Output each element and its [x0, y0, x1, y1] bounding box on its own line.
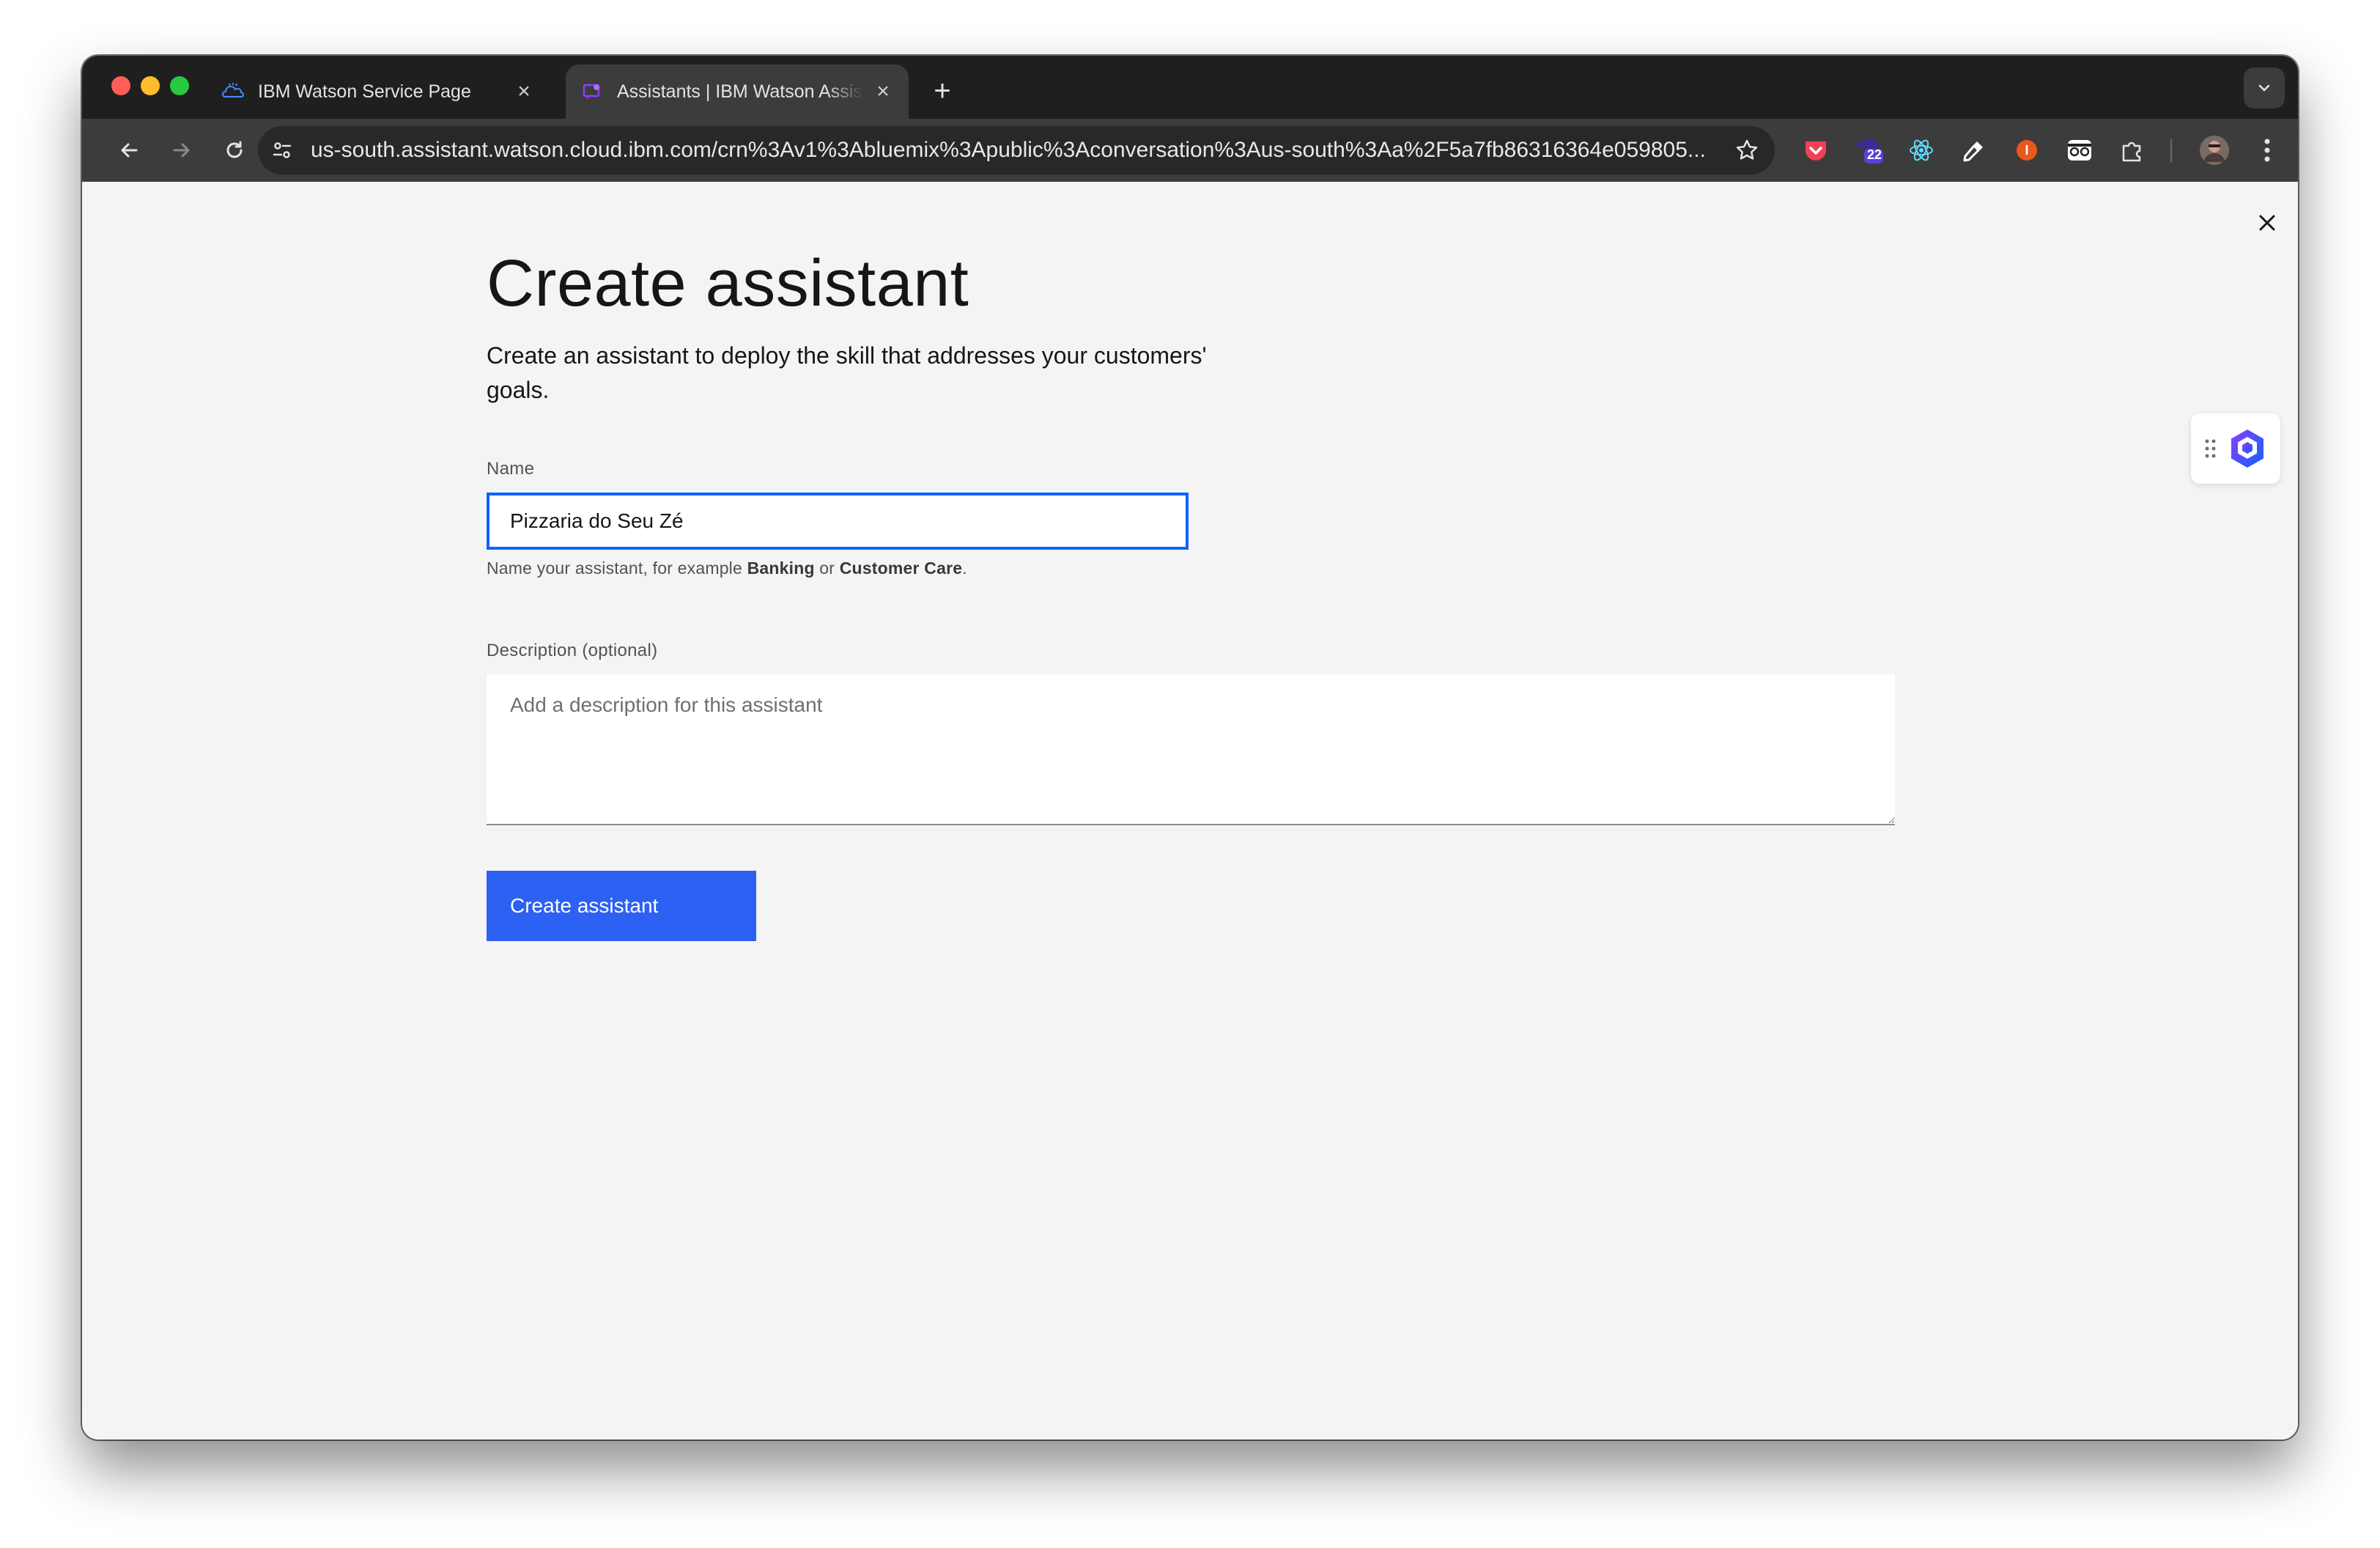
pocket-icon[interactable] — [1797, 131, 1835, 169]
tab-search-button[interactable] — [2244, 67, 2285, 108]
tab-strip: IBM Watson Service Page × Assistants | I… — [82, 56, 2298, 119]
new-tab-button[interactable]: + — [920, 69, 964, 113]
tab-assistants[interactable]: Assistants | IBM Watson Assistant × — [566, 64, 909, 119]
name-label: Name — [487, 459, 535, 479]
window-close-button[interactable] — [111, 76, 130, 95]
close-icon — [2259, 215, 2275, 231]
browser-toolbar: us-south.assistant.watson.cloud.ibm.com/… — [82, 119, 2298, 182]
toolbar-divider — [2170, 139, 2172, 163]
ext-orange-letter: I — [2025, 142, 2029, 158]
name-helper-text: Name your assistant, for example Banking… — [487, 559, 967, 578]
site-settings-icon[interactable] — [265, 133, 299, 167]
helper-example-banking: Banking — [747, 559, 815, 578]
reload-icon — [226, 141, 243, 158]
tab-close-icon[interactable]: × — [872, 79, 894, 103]
forward-button[interactable] — [160, 128, 204, 172]
watson-assistant-icon — [580, 80, 604, 103]
chevron-down-icon — [2258, 84, 2270, 92]
eyedropper-icon[interactable] — [1955, 131, 1993, 169]
window-minimize-button[interactable] — [141, 76, 160, 95]
extension-badge-count: 22 — [1867, 147, 1882, 162]
browser-window: IBM Watson Service Page × Assistants | I… — [82, 56, 2298, 1440]
extensions-puzzle-icon[interactable] — [2113, 131, 2151, 169]
tab-title: IBM Watson Service Page — [258, 81, 471, 102]
description-textarea[interactable] — [487, 674, 1895, 825]
helper-example-customer-care: Customer Care — [839, 559, 963, 578]
tab-close-icon[interactable]: × — [513, 79, 535, 103]
badge-extension-icon[interactable]: 22 — [1849, 131, 1888, 169]
floating-assistant-widget[interactable] — [2191, 413, 2280, 484]
ibm-cloud-icon — [221, 80, 245, 103]
helper-suffix: . — [962, 559, 967, 578]
address-bar[interactable]: us-south.assistant.watson.cloud.ibm.com/… — [258, 126, 1775, 174]
arrow-left-icon — [121, 143, 138, 158]
ext-orange-icon[interactable]: I — [2008, 131, 2046, 169]
back-button[interactable] — [107, 128, 151, 172]
reload-button[interactable] — [212, 128, 256, 172]
page-title: Create assistant — [487, 247, 969, 320]
description-label: Description (optional) — [487, 641, 658, 660]
drag-handle-icon[interactable] — [2204, 438, 2217, 460]
helper-or: or — [814, 559, 840, 578]
hexagon-logo-icon — [2231, 430, 2263, 468]
create-assistant-button[interactable]: Create assistant — [487, 871, 756, 941]
menu-kebab-icon[interactable] — [2248, 131, 2286, 169]
close-panel-button[interactable] — [2245, 201, 2289, 245]
profile-avatar[interactable] — [2195, 131, 2233, 169]
window-maximize-button[interactable] — [170, 76, 189, 95]
page-content: Create assistant Create an assistant to … — [82, 182, 2298, 1440]
bookmark-star-icon[interactable] — [1726, 130, 1767, 171]
glasses-icon[interactable] — [2061, 131, 2099, 169]
page-intro: Create an assistant to deploy the skill … — [487, 342, 1207, 403]
assistant-name-input[interactable] — [487, 493, 1189, 550]
tab-ibm-watson-service-page[interactable]: IBM Watson Service Page × — [207, 64, 550, 119]
react-devtools-icon[interactable] — [1902, 131, 1940, 169]
url-text[interactable]: us-south.assistant.watson.cloud.ibm.com/… — [311, 138, 1726, 163]
tab-title: Assistants | IBM Watson Assistant — [617, 81, 863, 102]
arrow-right-icon — [173, 143, 190, 158]
helper-prefix: Name your assistant, for example — [487, 559, 747, 578]
